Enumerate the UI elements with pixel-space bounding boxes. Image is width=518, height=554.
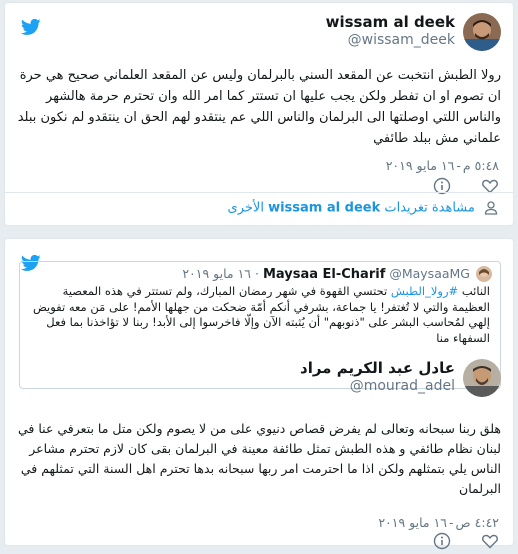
tweet-text: رولا الطبش انتخبت عن المقعد السني بالبرل… — [17, 68, 501, 146]
quoted-header: Maysaa El-Charif @MaysaaMG · ١٦ مايو ٢٠١… — [182, 266, 470, 282]
author-handle[interactable]: @wissam_deek — [326, 32, 455, 48]
tweet-date: ١٦ مايو ٢٠١٩ — [378, 515, 448, 530]
user-icon — [483, 200, 499, 216]
tweet-text: هلق ربنا سبحانه وتعالى لم يفرض قصاص دنيو… — [18, 421, 501, 496]
author-handle[interactable]: @mourad_adel — [300, 378, 455, 394]
view-more-prefix: مشاهدة تغريدات — [384, 200, 475, 216]
twitter-bird-icon[interactable] — [19, 17, 43, 37]
view-more-suffix: الأخرى — [227, 200, 264, 216]
tweet-actions — [433, 532, 499, 550]
view-more-name: wissam al deek — [268, 200, 381, 216]
quoted-text: النائب #رولا_الطبش تحتسي القهوة في شهر ر… — [28, 284, 490, 346]
tweet-card-1: wissam al deek @wissam_deek رولا الطبش ا… — [4, 2, 514, 226]
hashtag-link[interactable]: #رولا_الطبش — [391, 284, 458, 298]
quoted-author-handle[interactable]: @MaysaaMG — [389, 266, 470, 281]
tweet-time: ٥:٤٨ م — [462, 158, 499, 173]
avatar[interactable] — [463, 359, 501, 397]
quoted-avatar — [476, 266, 492, 282]
like-heart-icon[interactable] — [481, 532, 499, 550]
divider — [5, 192, 513, 193]
avatar[interactable] — [463, 13, 501, 51]
author-name[interactable]: wissam al deek — [326, 13, 455, 31]
tweet-author[interactable]: wissam al deek @wissam_deek — [301, 13, 501, 53]
quoted-text-prefix: النائب — [458, 284, 490, 298]
tweet-author[interactable]: عادل عبد الكريم مراد @mourad_adel — [300, 359, 501, 399]
quoted-author-name[interactable]: Maysaa El-Charif — [263, 267, 385, 282]
tweet-timestamp[interactable]: ٥:٤٨ م-١٦ مايو ٢٠١٩ — [386, 158, 499, 173]
tweet-card-2: Maysaa El-Charif @MaysaaMG · ١٦ مايو ٢٠١… — [4, 238, 514, 550]
quoted-date: ١٦ مايو ٢٠١٩ — [182, 266, 251, 281]
view-more-tweets-link[interactable]: مشاهدة تغريدات wissam al deek الأخرى — [228, 200, 499, 216]
tweet-date: ١٦ مايو ٢٠١٩ — [385, 158, 455, 173]
tweet-timestamp[interactable]: ٤:٤٢ ص-١٦ مايو ٢٠١٩ — [378, 515, 499, 530]
info-icon[interactable] — [433, 532, 451, 550]
author-name[interactable]: عادل عبد الكريم مراد — [300, 359, 455, 377]
tweet-time: ٤:٤٢ ص — [455, 515, 499, 530]
